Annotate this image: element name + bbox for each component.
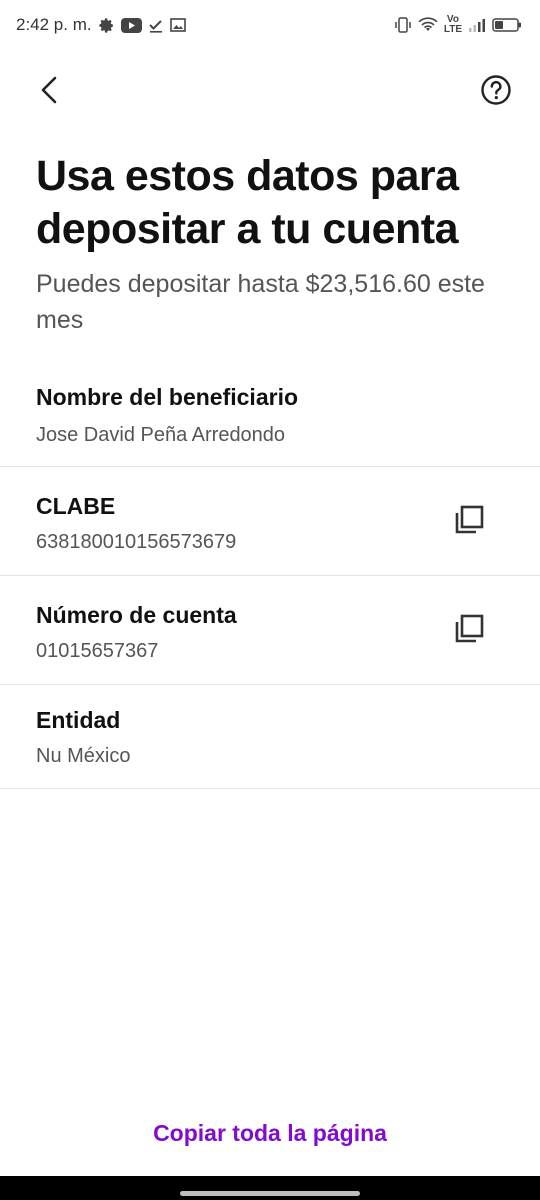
row-value: Nu México	[36, 745, 131, 767]
chevron-left-icon	[39, 75, 61, 110]
row-value: 01015657367	[36, 640, 159, 662]
volte-label-bottom: LTE	[443, 24, 462, 35]
battery-icon	[492, 17, 522, 33]
help-button[interactable]	[474, 70, 518, 114]
status-left: 2:42 p. m.	[16, 15, 186, 35]
row-label: Número de cuenta	[36, 602, 237, 628]
row-label: Entidad	[36, 707, 121, 733]
page-subtitle: Puedes depositar hasta $23,516.60 este m…	[36, 270, 485, 334]
image-icon	[169, 17, 186, 33]
row-label: Nombre del beneficiario	[36, 384, 299, 410]
status-right: Vo LTE	[394, 15, 522, 35]
row-value: 638180010156573679	[36, 531, 237, 553]
signal-icon	[468, 17, 486, 33]
copy-all-button[interactable]: Copiar toda la página	[0, 1120, 540, 1160]
page-title: Usa estos datos para depositar a tu cuen…	[36, 152, 459, 253]
back-button[interactable]	[28, 70, 72, 114]
home-indicator[interactable]	[180, 1191, 360, 1196]
info-row-clabe: CLABE 638180010156573679	[0, 467, 540, 576]
status-bar: 2:42 p. m. Vo LTE	[0, 0, 540, 50]
copy-account-number-button[interactable]	[452, 614, 486, 648]
top-nav	[0, 60, 540, 122]
wifi-icon	[418, 17, 438, 33]
copy-icon	[454, 614, 484, 649]
info-row-entity: Entidad Nu México	[0, 685, 540, 789]
info-row-account-number: Número de cuenta 01015657367	[0, 576, 540, 685]
copy-icon	[454, 505, 484, 540]
question-circle-icon	[480, 74, 512, 111]
settings-gear-icon	[98, 17, 115, 34]
row-value: Jose David Peña Arredondo	[36, 424, 286, 446]
copy-clabe-button[interactable]	[452, 505, 486, 539]
status-time: 2:42 p. m.	[16, 15, 92, 34]
volte-icon: Vo LTE	[444, 15, 462, 35]
account-info-list: Nombre del beneficiario Jose David Peña …	[0, 360, 540, 789]
row-label: CLABE	[36, 493, 116, 519]
system-nav-bar	[0, 1176, 540, 1200]
download-check-icon	[148, 17, 164, 33]
screen: 2:42 p. m. Vo LTE Usa estos datos para d…	[0, 0, 540, 1200]
vibrate-icon	[394, 16, 412, 34]
info-row-beneficiary: Nombre del beneficiario Jose David Peña …	[0, 360, 540, 467]
youtube-icon	[120, 17, 142, 33]
